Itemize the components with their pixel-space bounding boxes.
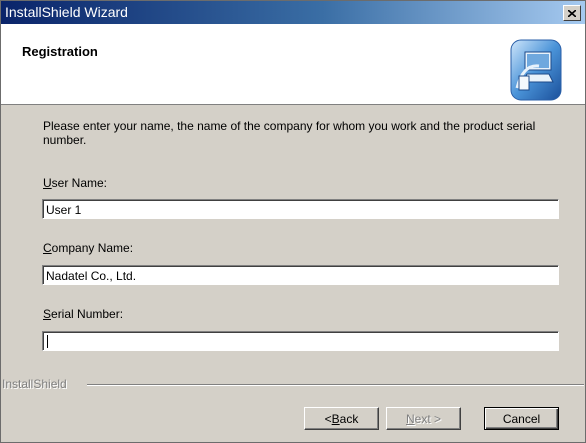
computer-install-icon	[510, 39, 562, 101]
serial-number-label: Serial Number:	[43, 307, 124, 321]
installshield-brand-label: InstallShield	[2, 377, 67, 391]
brand-divider	[87, 384, 584, 386]
company-name-label: Company Name:	[43, 241, 134, 255]
instructions-text: Please enter your name, the name of the …	[43, 119, 536, 147]
cancel-button[interactable]: Cancel	[484, 407, 559, 430]
serial-number-field[interactable]	[42, 331, 559, 351]
next-button[interactable]: Next >	[386, 407, 461, 430]
page-title: Registration	[22, 44, 98, 59]
back-button[interactable]: < Back	[304, 407, 379, 430]
close-button[interactable]	[563, 5, 581, 21]
user-name-field[interactable]: User 1	[42, 199, 559, 219]
company-name-field[interactable]: Nadatel Co., Ltd.	[42, 265, 559, 285]
close-icon	[568, 9, 576, 17]
title-bar[interactable]: InstallShield Wizard	[1, 1, 585, 24]
text-caret	[47, 335, 48, 348]
wizard-header: Registration	[1, 24, 585, 105]
installshield-wizard-window: InstallShield Wizard Registration Please…	[0, 0, 586, 443]
user-name-label: User Name:	[43, 176, 108, 190]
window-title: InstallShield Wizard	[5, 4, 128, 20]
